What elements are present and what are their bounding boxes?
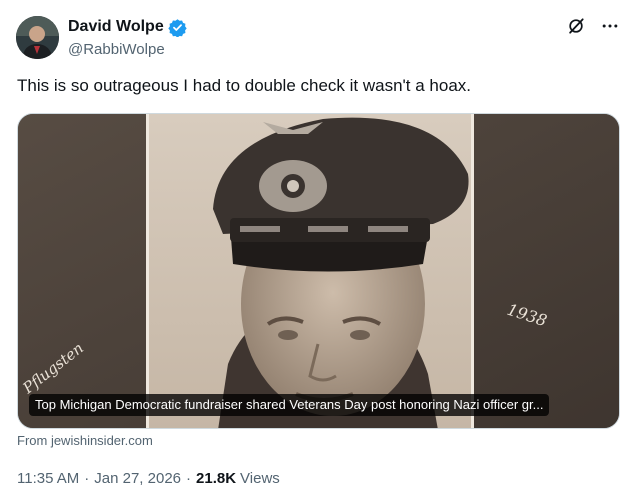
views-count[interactable]: 21.8K xyxy=(196,470,236,487)
author-block: David Wolpe @RabbiWolpe xyxy=(68,16,187,60)
tweet-text: This is so outrageous I had to double ch… xyxy=(17,76,472,95)
verified-badge-icon[interactable] xyxy=(168,18,187,38)
meta-separator: · xyxy=(84,470,90,487)
grok-icon[interactable] xyxy=(566,16,586,36)
tweet-time[interactable]: 11:35 AM xyxy=(17,470,79,487)
tweet: David Wolpe @RabbiWolpe This is so outra… xyxy=(0,0,634,500)
tweet-meta: 11:35 AM · Jan 27, 2026 · 21.8K Views xyxy=(17,470,280,487)
media-caption[interactable]: Top Michigan Democratic fundraiser share… xyxy=(29,394,550,416)
media-image[interactable]: Pflugsten 1938 Top Michigan Democratic f… xyxy=(17,113,620,429)
views-label: Views xyxy=(240,470,280,487)
name-row: David Wolpe xyxy=(68,16,187,38)
link-source[interactable]: From jewishinsider.com xyxy=(17,433,153,448)
tweet-date[interactable]: Jan 27, 2026 xyxy=(94,470,181,487)
handle[interactable]: @RabbiWolpe xyxy=(68,40,187,60)
top-actions xyxy=(566,16,620,36)
avatar[interactable] xyxy=(16,16,59,59)
meta-separator-2: · xyxy=(186,470,192,487)
more-icon[interactable] xyxy=(600,16,620,36)
display-name[interactable]: David Wolpe xyxy=(68,18,164,36)
